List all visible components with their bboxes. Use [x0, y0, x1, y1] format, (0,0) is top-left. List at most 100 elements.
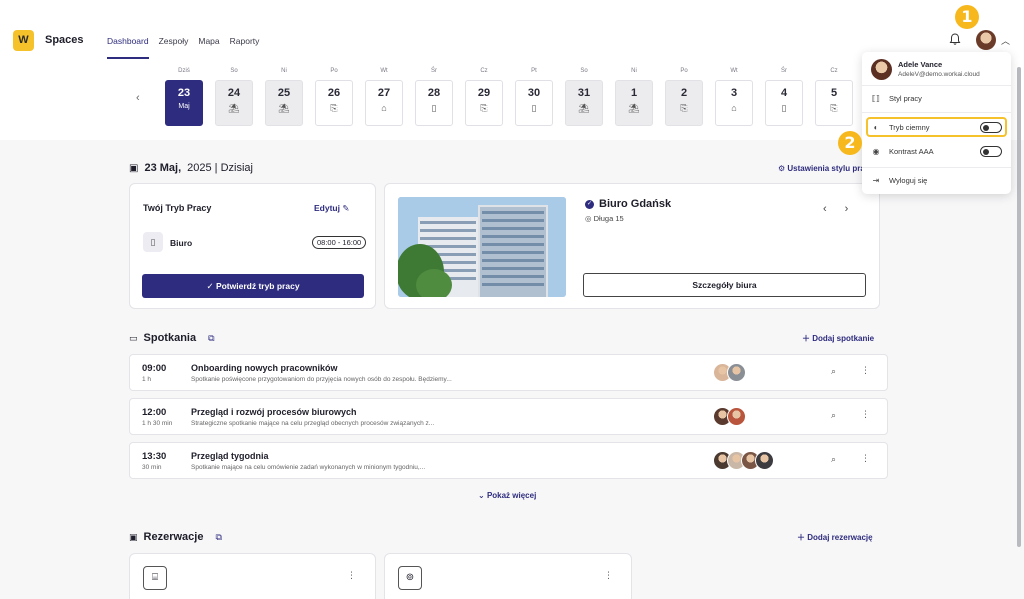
- office-address: ◎ Długa 15: [585, 214, 624, 223]
- day-button[interactable]: 2 ⎘: [665, 80, 703, 126]
- add-reservation-label: Dodaj rezerwację: [807, 533, 873, 542]
- nav-map[interactable]: Mapa: [198, 36, 219, 59]
- meeting-row[interactable]: 09:00 1 h Onboarding nowych pracowników Spo…: [129, 354, 888, 391]
- search-icon[interactable]: ⌕: [831, 410, 836, 421]
- day-button[interactable]: 29 ⎘: [465, 80, 503, 126]
- attendee-avatar: [755, 451, 774, 470]
- day-7[interactable]: Pt 30 ▯: [515, 67, 553, 126]
- day-9[interactable]: Ni 1 ⛱: [615, 67, 653, 126]
- more-vertical-icon[interactable]: ⋮: [861, 409, 870, 420]
- chevron-left-icon[interactable]: ‹: [823, 203, 827, 215]
- meeting-row[interactable]: 13:30 30 min Przegląd tygodnia Spotkanie ma…: [129, 442, 888, 479]
- day-button[interactable]: 24 ⛱: [215, 80, 253, 126]
- more-vertical-icon[interactable]: ⋮: [861, 453, 870, 464]
- day-button[interactable]: 27 ⌂: [365, 80, 403, 126]
- menu-item-logout[interactable]: ⇥ Wyloguj się: [871, 176, 928, 185]
- dark-mode-toggle[interactable]: [980, 122, 1002, 133]
- day-11[interactable]: Wt 3 ⌂: [715, 67, 753, 126]
- search-icon[interactable]: ⌕: [831, 366, 836, 377]
- attendee-avatars[interactable]: [713, 363, 746, 382]
- external-link-icon[interactable]: ⧉: [208, 333, 214, 344]
- day-mode-icon: ⎘: [330, 103, 338, 113]
- more-vertical-icon[interactable]: ⋮: [347, 570, 356, 581]
- scrollbar-thumb[interactable]: [1017, 67, 1021, 547]
- day-3[interactable]: Po 26 ⎘: [315, 67, 353, 126]
- meeting-row[interactable]: 12:00 1 h 30 min Przegląd i rozwój procesó…: [129, 398, 888, 435]
- menu-divider: [862, 167, 1011, 168]
- day-of-week: So: [230, 68, 238, 74]
- day-0[interactable]: Dziś 23 Maj: [165, 67, 203, 126]
- parking-icon: ⊚: [398, 566, 422, 590]
- day-button[interactable]: 31 ⛱: [565, 80, 603, 126]
- day-2[interactable]: Ni 25 ⛱: [265, 67, 303, 126]
- nav-reports[interactable]: Raporty: [230, 36, 260, 59]
- meeting-description: Spotkanie mające na celu omówienie zadań…: [191, 464, 426, 471]
- menu-item-contrast[interactable]: ◉ Kontrast AAA: [871, 147, 934, 156]
- show-more-button[interactable]: ⌄ Pokaż więcej: [478, 491, 536, 500]
- check-icon: ✓: [206, 281, 214, 291]
- day-of-week: Pt: [531, 68, 537, 74]
- confirm-label: Potwierdź tryb pracy: [215, 281, 300, 291]
- day-of-week: Wt: [730, 68, 738, 74]
- day-mode-icon: ▯: [781, 103, 787, 113]
- day-number: 23: [177, 87, 191, 99]
- menu-item-dark-mode[interactable]: ◐ Tryb ciemny: [871, 123, 930, 132]
- day-button[interactable]: 25 ⛱: [265, 80, 303, 126]
- office-building-icon: ▯: [143, 232, 163, 252]
- more-vertical-icon[interactable]: ⋮: [604, 570, 613, 581]
- app-logo[interactable]: W: [13, 30, 34, 51]
- menu-item-label: Tryb ciemny: [889, 123, 930, 132]
- plus-icon: ＋: [797, 533, 805, 542]
- day-12[interactable]: Śr 4 ▯: [765, 67, 803, 126]
- day-number: 25: [277, 87, 291, 99]
- user-avatar[interactable]: [976, 30, 996, 50]
- day-button[interactable]: 30 ▯: [515, 80, 553, 126]
- attendee-avatars[interactable]: [713, 407, 746, 426]
- day-button[interactable]: 23 Maj: [165, 80, 203, 126]
- work-style-settings-link[interactable]: ⚙ Ustawienia stylu pracy: [778, 164, 874, 173]
- day-10[interactable]: Po 2 ⎘: [665, 67, 703, 126]
- search-icon[interactable]: ⌕: [831, 454, 836, 465]
- edit-work-mode-button[interactable]: Edytuj ✎: [314, 203, 349, 214]
- day-mode-icon: ⎘: [480, 103, 488, 113]
- chevron-left-icon[interactable]: ‹: [136, 92, 140, 104]
- day-button[interactable]: 4 ▯: [765, 80, 803, 126]
- day-mode-icon: ⛱: [578, 103, 590, 113]
- reservation-card[interactable]: ⊚ ⋮: [384, 553, 632, 599]
- menu-item-work-style[interactable]: ⟦⟧ Styl pracy: [871, 94, 922, 103]
- day-5[interactable]: Śr 28 ▯: [415, 67, 453, 126]
- external-link-icon[interactable]: ⧉: [215, 532, 221, 543]
- chevron-down-icon: ⌄: [478, 491, 485, 500]
- day-6[interactable]: Cz 29 ⎘: [465, 67, 503, 126]
- day-button[interactable]: 1 ⛱: [615, 80, 653, 126]
- contrast-toggle[interactable]: [980, 146, 1002, 157]
- day-4[interactable]: Wt 27 ⌂: [365, 67, 403, 126]
- office-card: ✓ Biuro Gdańsk ◎ Długa 15 ‹ › Szczegóły …: [384, 183, 880, 309]
- add-reservation-button[interactable]: ＋ Dodaj rezerwację: [797, 532, 873, 543]
- date-heading: ▣ 23 Maj, 2025 | Dzisiaj: [129, 162, 253, 174]
- day-button[interactable]: 3 ⌂: [715, 80, 753, 126]
- office-details-button[interactable]: Szczegóły biura: [583, 273, 866, 297]
- day-button[interactable]: 26 ⎘: [315, 80, 353, 126]
- reservation-card[interactable]: ⌸ ⋮: [129, 553, 376, 599]
- day-8[interactable]: So 31 ⛱: [565, 67, 603, 126]
- nav-teams[interactable]: Zespoły: [159, 36, 189, 59]
- bell-icon[interactable]: [948, 32, 962, 46]
- day-button[interactable]: 5 ⎘: [815, 80, 853, 126]
- user-email: AdeleV@demo.workai.cloud: [898, 71, 980, 78]
- nav-dashboard[interactable]: Dashboard: [107, 36, 149, 59]
- chevron-up-icon[interactable]: ︿: [1001, 34, 1010, 47]
- day-1[interactable]: So 24 ⛱: [215, 67, 253, 126]
- plus-icon: ＋: [802, 334, 810, 343]
- more-vertical-icon[interactable]: ⋮: [861, 365, 870, 376]
- confirm-work-mode-button[interactable]: ✓ Potwierdź tryb pracy: [142, 274, 364, 298]
- day-of-week: Śr: [431, 68, 437, 74]
- day-number: 2: [680, 87, 688, 99]
- add-meeting-button[interactable]: ＋ Dodaj spotkanie: [802, 333, 874, 344]
- day-button[interactable]: 28 ▯: [415, 80, 453, 126]
- meetings-heading: ▭ Spotkania ⧉: [129, 332, 215, 344]
- day-13[interactable]: Cz 5 ⎘: [815, 67, 853, 126]
- day-mode-icon: Maj: [178, 103, 190, 110]
- chevron-right-icon[interactable]: ›: [845, 203, 849, 215]
- attendee-avatars[interactable]: [713, 451, 774, 470]
